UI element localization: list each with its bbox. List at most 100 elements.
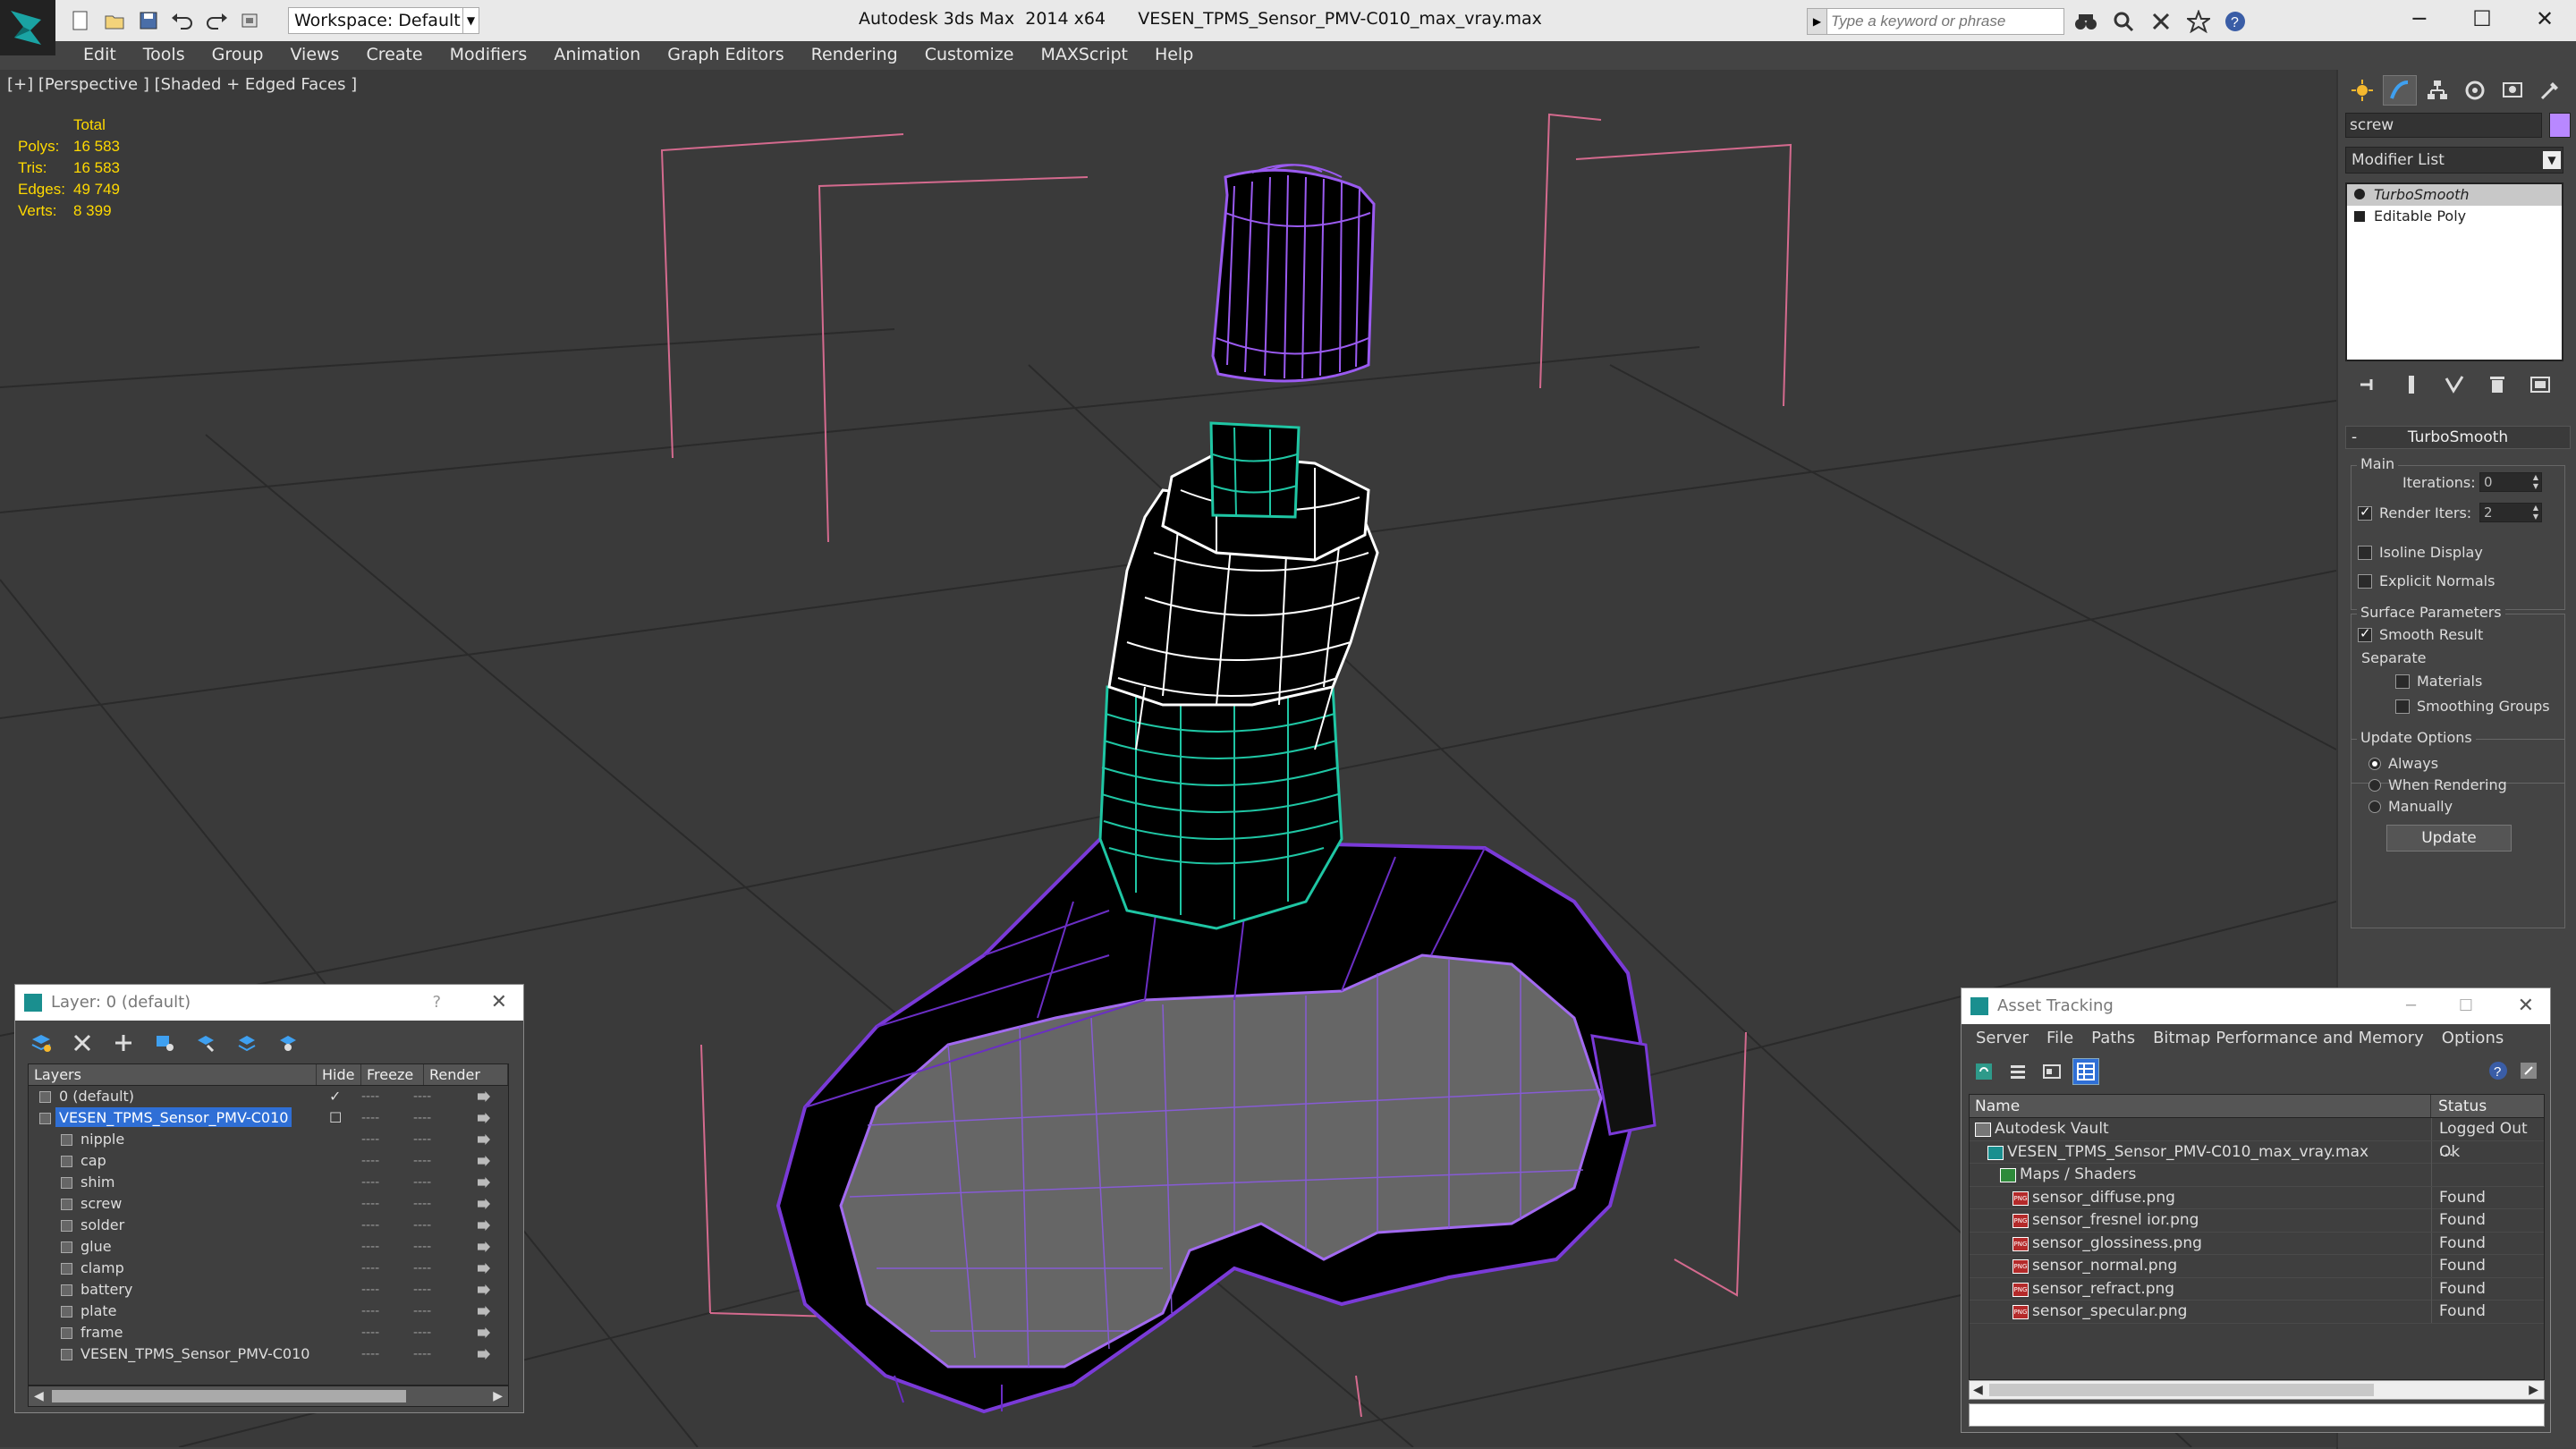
hide-toggle[interactable]: ---- <box>361 1301 379 1322</box>
spinner-arrows-icon[interactable]: ▲ ▼ <box>2530 504 2541 521</box>
layer-name[interactable]: 0 (default) <box>55 1086 138 1106</box>
render-teapot-icon[interactable] <box>478 1263 490 1274</box>
menu-maxscript[interactable]: MAXScript <box>1027 41 1141 68</box>
layer-name[interactable]: frame <box>77 1322 126 1342</box>
menu-graph-editors[interactable]: Graph Editors <box>654 41 797 68</box>
layer-row[interactable]: frame ---- ---- <box>29 1322 508 1343</box>
refresh-icon[interactable] <box>1970 1058 1997 1085</box>
scroll-right-icon[interactable]: ▶ <box>493 1386 503 1406</box>
scroll-right-icon[interactable]: ▶ <box>2529 1381 2538 1399</box>
hierarchy-tab-icon[interactable] <box>2420 75 2454 106</box>
layer-row[interactable]: cap ---- ---- <box>29 1150 508 1172</box>
pin-icon[interactable] <box>2518 1060 2539 1085</box>
layer-name[interactable]: VESEN_TPMS_Sensor_PMV-C010 <box>55 1107 292 1127</box>
render-teapot-icon[interactable] <box>478 1306 490 1317</box>
layer-row[interactable]: 0 (default) ✓ ---- ---- <box>29 1086 508 1107</box>
radio-icon[interactable] <box>2368 800 2381 813</box>
render-teapot-icon[interactable] <box>478 1156 490 1166</box>
hide-toggle[interactable]: ---- <box>361 1258 379 1279</box>
search-input[interactable] <box>1831 11 2059 32</box>
iterations-spinner[interactable]: 0 ▲ ▼ <box>2479 472 2542 492</box>
expand-box-icon[interactable] <box>2354 211 2365 222</box>
checkbox-icon[interactable] <box>2395 674 2410 689</box>
freeze-toggle[interactable]: ---- <box>413 1301 431 1322</box>
menu-rendering[interactable]: Rendering <box>798 41 911 68</box>
hide-toggle[interactable]: ---- <box>361 1172 379 1193</box>
close-button[interactable]: ✕ <box>2513 0 2576 38</box>
delete-layer-icon[interactable] <box>65 1028 99 1058</box>
asset-row[interactable]: PNG sensor_diffuse.png Found <box>1970 1186 2544 1209</box>
asset-row[interactable]: PNG sensor_glossiness.png Found <box>1970 1232 2544 1255</box>
radio-icon[interactable] <box>2368 757 2381 770</box>
help-icon[interactable]: ? <box>2487 1060 2509 1085</box>
freeze-toggle[interactable]: ---- <box>413 1215 431 1236</box>
hide-all-layers-icon[interactable] <box>230 1028 264 1058</box>
layer-row[interactable]: battery ---- ---- <box>29 1279 508 1301</box>
column-name[interactable]: Name <box>1970 1095 2431 1117</box>
update-when-rendering-radio[interactable]: When Rendering <box>2368 776 2507 793</box>
layer-name[interactable]: plate <box>77 1301 121 1320</box>
asset-menu-file[interactable]: File <box>2038 1024 2082 1053</box>
update-button[interactable]: Update <box>2386 825 2512 852</box>
menu-create[interactable]: Create <box>352 41 436 68</box>
maximize-button[interactable]: ☐ <box>2451 0 2513 38</box>
save-file-icon[interactable] <box>134 7 163 34</box>
layer-name[interactable]: glue <box>77 1236 115 1256</box>
freeze-toggle[interactable]: ---- <box>413 1258 431 1279</box>
freeze-toggle[interactable]: ---- <box>413 1236 431 1258</box>
list-view-icon[interactable] <box>2004 1058 2031 1085</box>
configure-modifier-sets-icon[interactable] <box>2522 370 2558 399</box>
select-in-layer-icon[interactable] <box>148 1028 182 1058</box>
asset-menu-server[interactable]: Server <box>1967 1024 2038 1053</box>
modifier-list-dropdown[interactable]: Modifier List ▼ <box>2345 147 2563 174</box>
asset-dialog-titlebar[interactable]: Asset Tracking ─ ☐ ✕ <box>1962 988 2550 1024</box>
freeze-toggle[interactable]: ---- <box>413 1107 431 1129</box>
object-name-field[interactable]: screw <box>2345 113 2542 138</box>
menu-views[interactable]: Views <box>276 41 352 68</box>
asset-row[interactable]: Maps / Shaders <box>1970 1164 2544 1187</box>
menu-tools[interactable]: Tools <box>130 41 199 68</box>
freeze-toggle[interactable]: ---- <box>413 1086 431 1107</box>
redo-icon[interactable] <box>202 7 231 34</box>
pin-stack-icon[interactable] <box>2351 370 2386 399</box>
column-freeze[interactable]: Freeze <box>361 1064 424 1085</box>
hide-toggle[interactable]: ---- <box>361 1215 379 1236</box>
hide-toggle[interactable]: ---- <box>361 1322 379 1343</box>
close-icon[interactable]: ✕ <box>491 985 507 1021</box>
remove-modifier-icon[interactable] <box>2479 370 2515 399</box>
freeze-toggle[interactable]: ---- <box>413 1150 431 1172</box>
hide-toggle[interactable]: ---- <box>361 1236 379 1258</box>
motion-tab-icon[interactable] <box>2458 75 2492 106</box>
utilities-tab-icon[interactable] <box>2533 75 2567 106</box>
chevron-down-icon[interactable]: ▼ <box>462 8 479 33</box>
stack-item-turbosmooth[interactable]: TurboSmooth <box>2347 184 2562 206</box>
update-manually-radio[interactable]: Manually <box>2368 798 2453 815</box>
menu-group[interactable]: Group <box>199 41 277 68</box>
app-logo-button[interactable] <box>0 0 55 55</box>
detail-view-icon[interactable] <box>2038 1058 2065 1085</box>
render-iters-checkbox[interactable]: Render Iters: <box>2358 504 2471 521</box>
communication-center-icon[interactable] <box>2148 9 2174 34</box>
search-box[interactable]: ▶ <box>1807 8 2064 35</box>
layer-dialog-titlebar[interactable]: Layer: 0 (default) ? ✕ <box>15 985 523 1021</box>
update-always-radio[interactable]: Always <box>2368 755 2438 772</box>
hide-toggle[interactable]: ---- <box>361 1129 379 1150</box>
layer-name[interactable]: cap <box>77 1150 110 1170</box>
viewport-label-menu[interactable]: [+] [Perspective ] [Shaded + Edged Faces… <box>7 75 357 94</box>
scrollbar-thumb[interactable] <box>52 1390 406 1402</box>
help-icon[interactable]: ? <box>432 985 441 1021</box>
layer-name[interactable]: screw <box>77 1193 125 1213</box>
freeze-toggle[interactable]: ---- <box>413 1279 431 1301</box>
asset-menu-paths[interactable]: Paths <box>2082 1024 2144 1053</box>
asset-row[interactable]: Autodesk Vault Logged Out ... <box>1970 1118 2544 1160</box>
render-teapot-icon[interactable] <box>478 1091 490 1102</box>
show-end-result-icon[interactable] <box>2394 370 2429 399</box>
hide-toggle[interactable]: ---- <box>361 1107 379 1129</box>
asset-row[interactable]: PNG sensor_fresnel ior.png Found <box>1970 1209 2544 1233</box>
smooth-result-checkbox[interactable]: Smooth Result <box>2358 625 2483 643</box>
asset-menu-bitmap-performance[interactable]: Bitmap Performance and Memory <box>2144 1024 2433 1053</box>
freeze-toggle[interactable]: ---- <box>413 1193 431 1215</box>
layer-row[interactable]: glue ---- ---- <box>29 1236 508 1258</box>
layer-name[interactable]: battery <box>77 1279 136 1299</box>
render-teapot-icon[interactable] <box>478 1220 490 1231</box>
